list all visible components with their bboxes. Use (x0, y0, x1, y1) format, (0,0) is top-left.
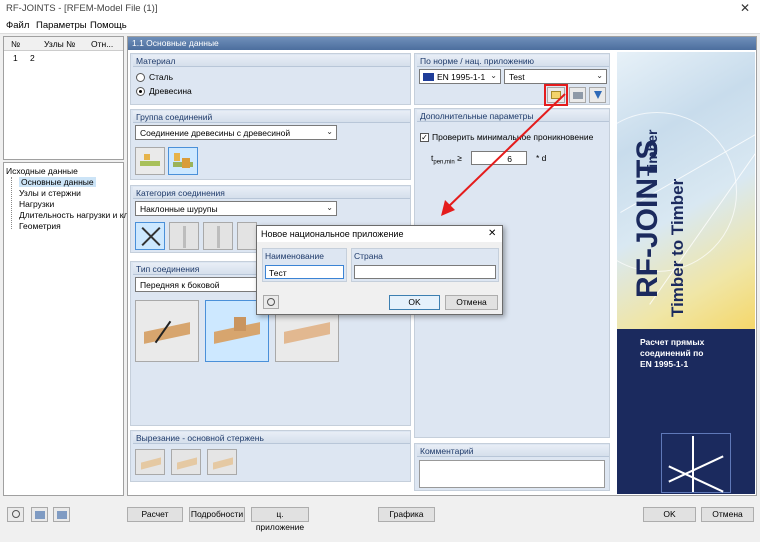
name-input[interactable]: Тест (265, 265, 344, 279)
radio-steel[interactable] (136, 73, 145, 82)
dialog-cancel-button[interactable]: Отмена (445, 295, 498, 310)
nail-icon[interactable] (237, 222, 257, 250)
tree-item-duration[interactable]: Длительность нагрузки и кла (19, 210, 133, 220)
close-icon[interactable]: ✕ (740, 1, 750, 15)
cancel-button[interactable]: Отмена (701, 507, 754, 522)
new-annex-dialog: Новое национальное приложение ✕ Наименов… (256, 225, 503, 315)
group-value: Соединение древесины с древесиной (140, 128, 291, 138)
tree-item-basic[interactable]: Основные данные (19, 177, 96, 187)
inclined-screws-icon[interactable] (135, 222, 165, 250)
tree-item-geometry[interactable]: Геометрия (19, 221, 61, 231)
annex-button[interactable]: ц. приложение (251, 507, 309, 532)
chevron-down-icon: ⌄ (490, 71, 497, 80)
annex-value: Test (509, 72, 525, 82)
col-number: № (11, 39, 21, 49)
annotation-arrow (441, 93, 566, 216)
group-dropdown[interactable]: Соединение древесины с древесиной ⌄ (135, 125, 337, 140)
menu-help[interactable]: Помощь (90, 20, 127, 31)
group-title: Группа соединений (133, 111, 410, 123)
banner-desc-3: EN 1995-1-1 (640, 359, 689, 369)
title-bar: RF-JOINTS - [RFEM-Model File (1)] ✕ (0, 0, 760, 18)
menu-file[interactable]: Файл (6, 20, 29, 31)
category-title: Категория соединения (133, 187, 410, 199)
name-label: Наименование (265, 251, 324, 261)
table-row[interactable]: 1 2 (4, 52, 123, 64)
steel-timber-icon[interactable] (135, 147, 165, 175)
filter-icon[interactable] (589, 87, 606, 103)
dialog-ok-button[interactable]: OK (389, 295, 440, 310)
details-button[interactable]: Подробности (189, 507, 245, 522)
radio-timber[interactable] (136, 87, 145, 96)
material-section: Материал Сталь Древесина (130, 53, 411, 105)
notch-c-icon[interactable] (207, 449, 237, 475)
nav-tree: Исходные данные Основные данные Узлы и с… (3, 162, 133, 496)
help-icon[interactable] (263, 295, 279, 309)
panel-header: 1.1 Основные данные (128, 37, 756, 50)
label-steel: Сталь (149, 72, 174, 82)
help-icon[interactable] (7, 507, 24, 522)
category-dropdown[interactable]: Наклонные шурупы ⌄ (135, 201, 337, 216)
export-icon[interactable] (53, 507, 70, 522)
dialog-titlebar: Новое национальное приложение ✕ (257, 226, 502, 242)
row-nodes: 2 (30, 53, 35, 63)
menu-bar: Файл Параметры Помощь (0, 18, 760, 34)
material-title: Материал (133, 55, 410, 67)
dlubal-logo (661, 433, 731, 493)
notch-section: Вырезание - основной стержень (130, 430, 411, 482)
name-value: Тест (269, 268, 287, 278)
code-dropdown[interactable]: EN 1995-1-1 ⌄ (419, 69, 501, 84)
country-label: Страна (354, 251, 383, 261)
category-value: Наклонные шурупы (140, 204, 218, 214)
country-input[interactable] (354, 265, 496, 279)
group-section: Группа соединений Соединение древесины с… (130, 109, 411, 180)
tree-item-nodes[interactable]: Узлы и стержни (19, 188, 81, 198)
window-title: RF-JOINTS - [RFEM-Model File (1)] (6, 3, 158, 14)
col-rel: Отн... (91, 39, 114, 49)
product-banner: RF-JOINTS Timber Timber to Timber Расчет… (617, 52, 755, 494)
label-timber: Древесина (149, 86, 192, 96)
table-header: № Узлы № Отн... (4, 37, 123, 51)
screw-icon[interactable] (203, 222, 233, 250)
menu-settings[interactable]: Параметры (36, 20, 87, 31)
banner-subtitle: Timber to Timber (668, 178, 687, 317)
name-group: Наименование Тест (262, 248, 347, 282)
graphics-button[interactable]: Графика (378, 507, 435, 522)
joint-type-value: Передняя к боковой (140, 280, 220, 290)
banner-desc-1: Расчет прямых (640, 337, 705, 347)
country-group: Страна (351, 248, 499, 282)
comment-input[interactable] (419, 460, 605, 488)
dialog-close-icon[interactable]: ✕ (488, 228, 496, 239)
annex-dropdown[interactable]: Test ⌄ (504, 69, 607, 84)
joint-front-icon[interactable] (135, 300, 199, 362)
comment-title: Комментарий (417, 445, 609, 457)
dialog-title: Новое национальное приложение (261, 229, 404, 239)
tree-root[interactable]: Исходные данные (6, 166, 78, 176)
min-penetration-checkbox[interactable]: ✓ (420, 133, 429, 142)
eu-flag-icon (423, 73, 434, 81)
code-value: EN 1995-1-1 (437, 72, 486, 82)
calc-button[interactable]: Расчет (127, 507, 183, 522)
notch-b-icon[interactable] (171, 449, 201, 475)
banner-desc-2: соединений по (640, 348, 704, 358)
chevron-down-icon: ⌄ (596, 71, 603, 80)
chevron-down-icon: ⌄ (326, 127, 333, 136)
tree-item-loads[interactable]: Нагрузки (19, 199, 54, 209)
col-nodes: Узлы № (44, 39, 76, 49)
notch-a-icon[interactable] (135, 449, 165, 475)
ok-button[interactable]: OK (643, 507, 696, 522)
notch-title: Вырезание - основной стержень (133, 432, 410, 444)
import-icon[interactable] (31, 507, 48, 522)
dowel-icon[interactable] (169, 222, 199, 250)
banner-footer: Расчет прямых соединений по EN 1995-1-1 (617, 329, 755, 494)
joint-type-dropdown[interactable]: Передняя к боковой (135, 277, 260, 292)
banner-timber: Timber (644, 129, 660, 176)
norm-title: По норме / нац. приложению (417, 55, 609, 67)
nodes-table: № Узлы № Отн... 1 2 (3, 36, 124, 160)
comment-section: Комментарий (414, 443, 610, 491)
chevron-down-icon: ⌄ (326, 203, 333, 212)
row-number: 1 (13, 53, 18, 63)
timber-timber-icon[interactable] (168, 147, 198, 175)
